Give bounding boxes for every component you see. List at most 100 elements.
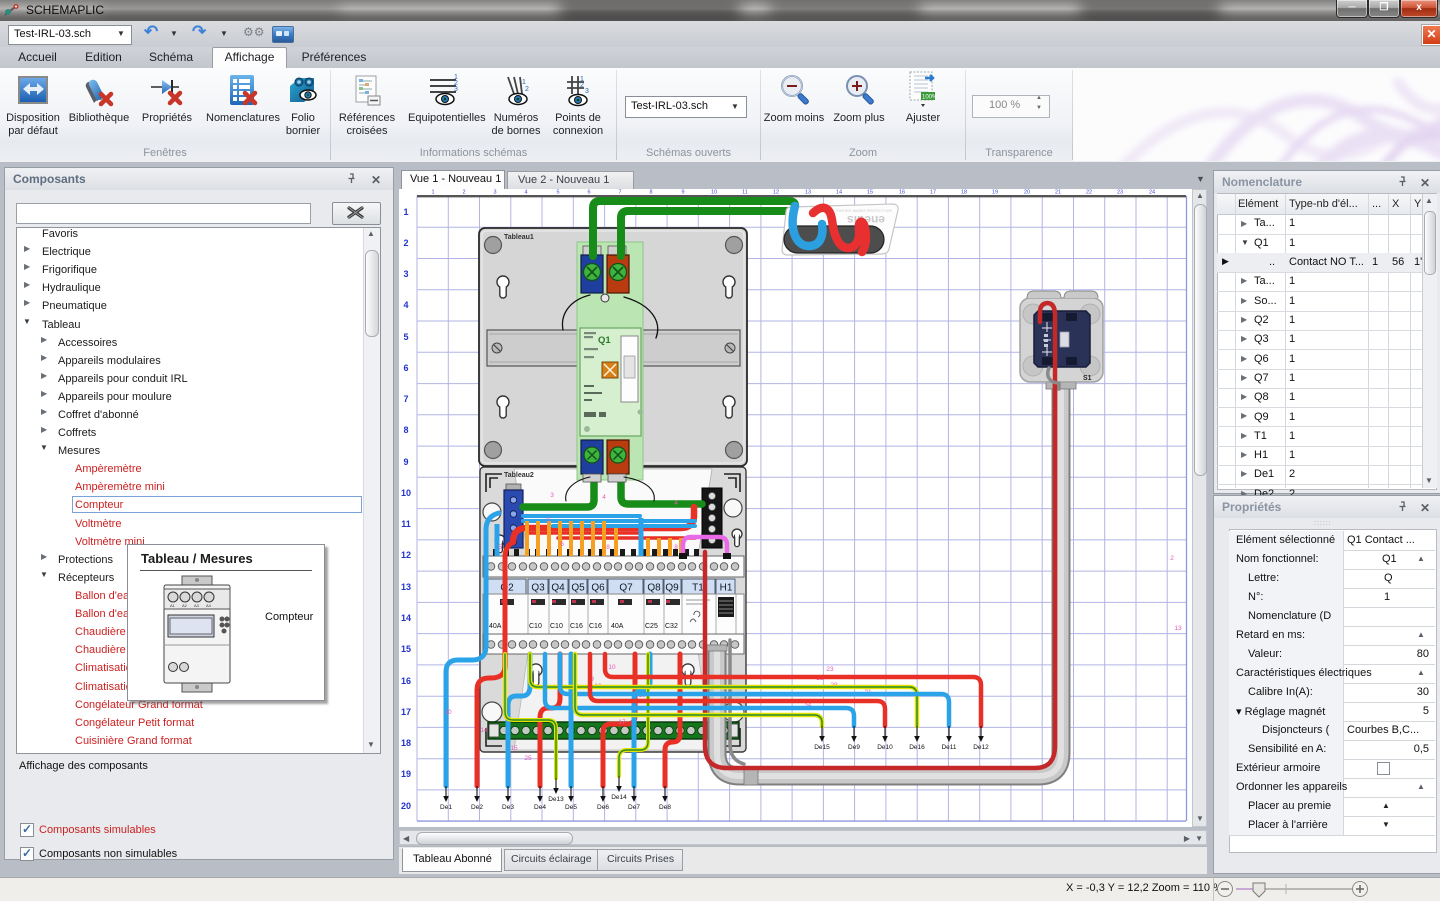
- svg-text:12: 12: [401, 550, 411, 560]
- svg-text:14: 14: [480, 727, 488, 734]
- svg-text:A1: A1: [170, 603, 176, 608]
- svg-text:22: 22: [1086, 190, 1092, 196]
- svg-text:2: 2: [462, 190, 465, 196]
- svg-text:5: 5: [556, 190, 559, 196]
- svg-text:De13: De13: [548, 796, 564, 803]
- svg-text:13: 13: [805, 190, 811, 196]
- svg-text:3: 3: [403, 269, 408, 279]
- svg-text:*ONTROL MARES PROTECT*ON*: *ONTROL MARES PROTECT*ON*: [836, 209, 893, 213]
- svg-text:5: 5: [498, 544, 502, 551]
- svg-text:8: 8: [403, 425, 408, 435]
- svg-text:Q9: Q9: [665, 583, 679, 594]
- svg-text:Tableau2: Tableau2: [504, 472, 534, 479]
- svg-text:13: 13: [401, 582, 411, 592]
- svg-text:De7: De7: [628, 804, 640, 811]
- svg-text:7: 7: [403, 394, 408, 404]
- svg-text:C16: C16: [589, 623, 602, 630]
- svg-text:Q3: Q3: [531, 583, 545, 594]
- svg-text:9: 9: [403, 457, 408, 467]
- svg-text:Q7: Q7: [619, 583, 633, 594]
- svg-text:8: 8: [606, 544, 610, 551]
- svg-text:16: 16: [899, 190, 905, 196]
- svg-text:Q5: Q5: [571, 583, 585, 594]
- svg-text:De11: De11: [941, 744, 956, 751]
- svg-text:7: 7: [618, 190, 621, 196]
- svg-text:11: 11: [742, 190, 748, 196]
- svg-text:A2: A2: [182, 603, 188, 608]
- svg-text:10: 10: [444, 709, 452, 716]
- svg-text:3: 3: [585, 88, 589, 95]
- svg-text:16: 16: [401, 676, 411, 686]
- svg-text:10: 10: [711, 190, 717, 196]
- svg-text:19: 19: [992, 190, 998, 196]
- svg-text:1: 1: [403, 207, 408, 217]
- svg-text:18: 18: [401, 738, 411, 748]
- svg-text:15: 15: [401, 644, 411, 654]
- svg-text:De9: De9: [848, 744, 860, 751]
- svg-text:6: 6: [560, 541, 564, 548]
- svg-text:De8: De8: [659, 804, 671, 811]
- svg-text:De5: De5: [565, 804, 577, 811]
- svg-text:15: 15: [867, 190, 873, 196]
- svg-text:25: 25: [524, 755, 532, 762]
- svg-text:T1: T1: [692, 583, 704, 594]
- svg-text:14: 14: [836, 190, 842, 196]
- svg-text:Q1: Q1: [598, 335, 611, 346]
- svg-text:10: 10: [608, 664, 616, 671]
- svg-text:3: 3: [550, 492, 554, 499]
- svg-text:C32: C32: [665, 623, 678, 630]
- svg-text:De10: De10: [877, 744, 893, 751]
- svg-text:40A: 40A: [611, 623, 624, 630]
- svg-text:40A: 40A: [489, 623, 502, 630]
- svg-text:A4: A4: [206, 603, 212, 608]
- svg-text:De1: De1: [440, 804, 452, 811]
- svg-text:Q6: Q6: [591, 583, 605, 594]
- svg-text:4: 4: [602, 494, 606, 501]
- svg-text:23: 23: [1117, 190, 1123, 196]
- svg-text:10: 10: [401, 488, 411, 498]
- svg-text:De4: De4: [534, 804, 546, 811]
- svg-text:S1: S1: [1083, 375, 1092, 382]
- svg-text:20: 20: [401, 801, 411, 811]
- svg-text:C25: C25: [645, 623, 658, 630]
- svg-text:De2: De2: [471, 804, 483, 811]
- svg-text:C10: C10: [529, 623, 542, 630]
- svg-text:3: 3: [546, 517, 550, 524]
- svg-text:Q8: Q8: [647, 583, 661, 594]
- svg-text:19: 19: [401, 769, 411, 779]
- svg-text:4: 4: [674, 500, 678, 507]
- svg-text:6: 6: [587, 190, 590, 196]
- svg-text:15: 15: [510, 745, 518, 752]
- svg-text:De16: De16: [909, 744, 925, 751]
- svg-text:100%: 100%: [922, 95, 938, 101]
- svg-text:5: 5: [403, 332, 408, 342]
- svg-text:11: 11: [401, 519, 411, 529]
- svg-text:21: 21: [1055, 190, 1061, 196]
- svg-text:H1: H1: [720, 583, 733, 594]
- svg-text:2: 2: [580, 82, 584, 89]
- svg-text:6: 6: [403, 363, 408, 373]
- svg-text:2: 2: [525, 86, 529, 93]
- svg-text:Tableau1: Tableau1: [504, 234, 534, 241]
- svg-text:1: 1: [431, 190, 434, 196]
- svg-text:4: 4: [524, 190, 527, 196]
- svg-text:De14: De14: [611, 794, 627, 801]
- svg-text:14: 14: [401, 613, 411, 623]
- svg-text:8: 8: [674, 544, 678, 551]
- svg-text:De15: De15: [814, 744, 830, 751]
- svg-text:24: 24: [1149, 190, 1155, 196]
- svg-text:12: 12: [773, 190, 779, 196]
- svg-text:De3: De3: [502, 804, 514, 811]
- svg-text:2: 2: [403, 238, 408, 248]
- svg-text:C16: C16: [570, 623, 583, 630]
- svg-text:13: 13: [1174, 625, 1182, 632]
- svg-text:1: 1: [522, 79, 526, 86]
- svg-text:3: 3: [493, 190, 496, 196]
- svg-text:17: 17: [401, 707, 411, 717]
- svg-text:9: 9: [681, 190, 684, 196]
- svg-text:2: 2: [1170, 555, 1174, 562]
- svg-text:8: 8: [649, 190, 652, 196]
- svg-text:17: 17: [618, 719, 626, 726]
- svg-text:A3: A3: [194, 603, 200, 608]
- svg-text:4: 4: [403, 300, 408, 310]
